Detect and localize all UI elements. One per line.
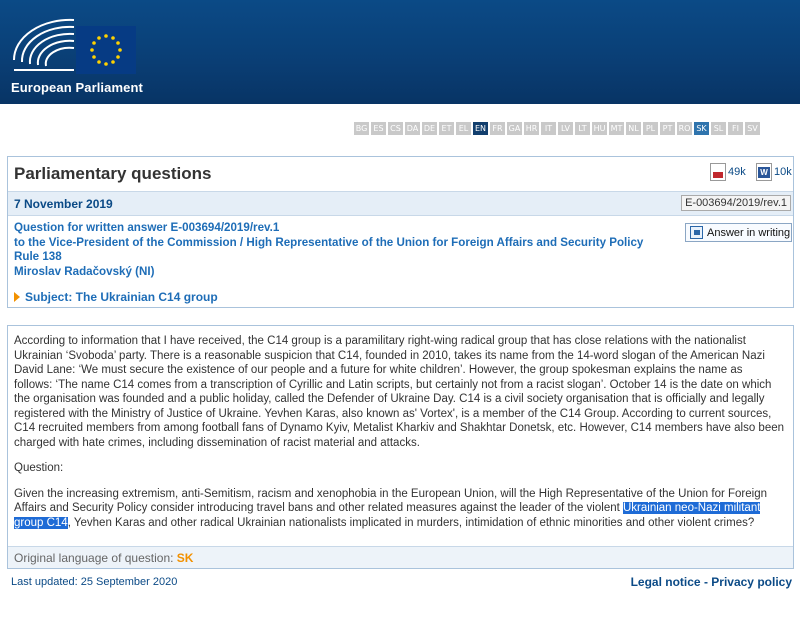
language-nl[interactable]: NL xyxy=(626,122,641,135)
language-es[interactable]: ES xyxy=(371,122,386,135)
pdf-download-link[interactable]: 49k xyxy=(710,163,746,181)
answer-in-writing-button[interactable]: Answer in writing xyxy=(685,223,792,242)
language-ro[interactable]: RO xyxy=(677,122,692,135)
language-et[interactable]: ET xyxy=(439,122,454,135)
answer-button-label: Answer in writing xyxy=(707,226,791,239)
question-body: According to information that I have rec… xyxy=(14,334,784,541)
language-mt[interactable]: MT xyxy=(609,122,624,135)
language-fi[interactable]: FI xyxy=(728,122,743,135)
brand-name: European Parliament xyxy=(11,80,143,95)
arrow-right-icon xyxy=(14,292,20,302)
original-language: Original language of question: SK xyxy=(14,551,193,565)
language-pl[interactable]: PL xyxy=(643,122,658,135)
question-subject: Subject: The Ukrainian C14 group xyxy=(14,290,218,304)
question-rule: Rule 138 xyxy=(14,250,62,263)
question-text-panel: According to information that I have rec… xyxy=(7,325,794,569)
page-title: Parliamentary questions xyxy=(14,164,212,183)
language-sk[interactable]: SK xyxy=(694,122,709,135)
original-language-code[interactable]: SK xyxy=(177,551,194,565)
doc-size: 10k xyxy=(774,166,792,178)
language-it[interactable]: IT xyxy=(541,122,556,135)
reference-badge: E-003694/2019/rev.1 xyxy=(681,195,791,211)
legal-notice-link[interactable]: Legal notice xyxy=(631,575,701,589)
question-type: Question for written answer E-003694/201… xyxy=(14,221,280,234)
language-sv[interactable]: SV xyxy=(745,122,760,135)
european-parliament-logo[interactable] xyxy=(10,8,138,76)
privacy-policy-link[interactable]: Privacy policy xyxy=(711,575,792,589)
language-el[interactable]: EL xyxy=(456,122,471,135)
paragraph-2: Given the increasing extremism, anti-Sem… xyxy=(14,487,784,531)
site-header: European Parliament xyxy=(0,0,800,104)
language-fr[interactable]: FR xyxy=(490,122,505,135)
language-ga[interactable]: GA xyxy=(507,122,522,135)
original-language-label: Original language of question: xyxy=(14,551,177,565)
language-lt[interactable]: LT xyxy=(575,122,590,135)
subject-text: Subject: The Ukrainian C14 group xyxy=(25,290,218,304)
question-addressee: to the Vice-President of the Commission … xyxy=(14,235,644,249)
pdf-icon xyxy=(710,163,726,181)
date-row: 7 November 2019 E-003694/2019/rev.1 xyxy=(8,191,793,216)
language-hr[interactable]: HR xyxy=(524,122,539,135)
language-bg[interactable]: BG xyxy=(354,122,369,135)
language-sl[interactable]: SL xyxy=(711,122,726,135)
question-date: 7 November 2019 xyxy=(14,197,113,211)
question-label: Question: xyxy=(14,462,64,474)
pdf-size: 49k xyxy=(728,166,746,178)
language-selector: BG ES CS DA DE ET EL EN FR GA HR IT LV LT HU MT NL PL PT RO… xyxy=(354,122,760,135)
original-language-row: Original language of question: SK xyxy=(8,546,793,568)
question-meta: Question for written answer E-003694/201… xyxy=(14,221,643,279)
language-lv[interactable]: LV xyxy=(558,122,573,135)
question-header-panel: Parliamentary questions 49k 10k 7 Novemb… xyxy=(7,156,794,308)
language-da[interactable]: DA xyxy=(405,122,420,135)
language-de[interactable]: DE xyxy=(422,122,437,135)
question-author: Miroslav Radačovský (NI) xyxy=(14,264,155,278)
footer-links: Legal notice - Privacy policy xyxy=(631,575,792,589)
language-pt[interactable]: PT xyxy=(660,122,675,135)
paragraph-1: According to information that I have rec… xyxy=(14,335,785,449)
doc-download-link[interactable]: 10k xyxy=(756,163,792,181)
language-hu[interactable]: HU xyxy=(592,122,607,135)
word-doc-icon xyxy=(756,163,772,181)
answer-document-icon xyxy=(690,226,703,239)
last-updated: Last updated: 25 September 2020 xyxy=(11,576,178,588)
language-cs[interactable]: CS xyxy=(388,122,403,135)
footer-separator: - xyxy=(700,575,712,589)
paragraph-2-end: , Yevhen Karas and other radical Ukraini… xyxy=(67,516,755,529)
language-en[interactable]: EN xyxy=(473,122,488,135)
